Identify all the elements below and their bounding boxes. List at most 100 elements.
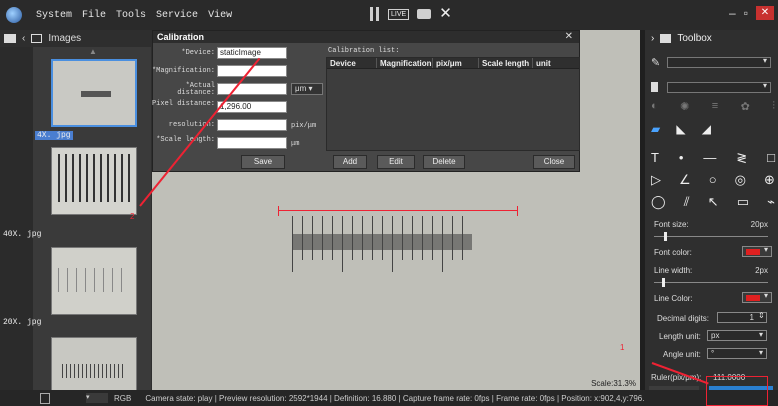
annotation-number-2: 2 — [130, 212, 135, 221]
concentric-tool-icon[interactable]: ◎ — [735, 172, 746, 188]
image-browser-panel: ‹ Images ▲ 4X. jpg 40X. jpg 20X. jpg — [0, 30, 152, 405]
resolution-field[interactable] — [217, 119, 287, 131]
edit-button[interactable]: Edit — [377, 155, 415, 169]
minimize-icon[interactable]: – — [729, 6, 736, 20]
text-tool-icon[interactable]: T — [651, 150, 659, 166]
circle-3pt-tool-icon[interactable]: ⊕ — [764, 172, 775, 188]
actual-distance-unit-select[interactable]: μm ▾ — [291, 83, 323, 95]
angle-unit-select[interactable]: ° ▾ — [707, 348, 767, 359]
ruler-tick — [372, 216, 373, 260]
font-color-label: Font color: — [654, 248, 692, 257]
thumbnail-4x[interactable] — [51, 59, 137, 127]
line-color-picker[interactable]: ▾ — [742, 291, 772, 303]
calibration-dialog: Calibration ✕ *Device: staticImage *Magn… — [152, 30, 580, 172]
decimal-digits-label: Decimal digits: — [657, 314, 710, 323]
length-unit-select[interactable]: px ▾ — [707, 330, 767, 341]
ruler-tick — [452, 216, 453, 260]
ruler-tick — [392, 216, 393, 272]
scale-length-field[interactable] — [217, 137, 287, 149]
device-field[interactable]: staticImage — [217, 47, 287, 59]
line-width-slider-knob[interactable] — [662, 278, 665, 287]
ruler-tick — [322, 216, 323, 260]
annotation-highlight-box — [706, 376, 768, 406]
ruler-tick — [442, 216, 443, 272]
color-mode-select[interactable]: RGB — [114, 394, 131, 403]
fullscreen-icon[interactable]: ✕ — [439, 6, 452, 21]
polyline-tool-icon[interactable]: ≷ — [736, 150, 747, 166]
menu-tools[interactable]: Tools — [116, 10, 146, 21]
chart-icon[interactable]: ◣ — [676, 122, 685, 136]
pixel-distance-label: Pixel distance: — [151, 100, 215, 108]
curve-tool-icon[interactable]: ⌁ — [767, 194, 775, 210]
back-chevron-icon[interactable]: ‹ — [22, 33, 25, 44]
parallel-tool-icon[interactable]: ⫽ — [684, 194, 690, 210]
app-logo-icon — [6, 7, 22, 23]
column-scale-length[interactable]: Scale length — [479, 58, 533, 68]
ruler-icon[interactable]: ▰ — [651, 122, 660, 136]
measure-tools-row: ▰ ◣ ◢ — [651, 122, 711, 136]
image-adjust-icon[interactable]: ◢ — [702, 122, 711, 136]
toolbox-icon — [660, 33, 672, 43]
thumbnail-label: 40X. jpg — [3, 230, 42, 239]
scale-tool-icon[interactable]: ▭ — [737, 194, 749, 210]
view-mode-select[interactable]: ▾ — [86, 393, 108, 403]
column-unit[interactable]: unit — [533, 58, 579, 68]
menu-file[interactable]: File — [82, 10, 106, 21]
column-magnification[interactable]: Magnification — [377, 58, 433, 68]
status-bar: ▾ RGB Camera state: play | Preview resol… — [0, 390, 778, 406]
column-pix-per-um[interactable]: pix/μm — [433, 58, 479, 68]
arrow-tool-icon[interactable]: ↖ — [708, 194, 719, 210]
menu-view[interactable]: View — [208, 10, 232, 21]
scroll-up-icon[interactable]: ▲ — [89, 47, 97, 56]
calibration-list-title: Calibration list: — [328, 47, 400, 55]
live-icon[interactable]: LIVE — [388, 8, 410, 20]
rectangle-tool-icon[interactable]: □ — [767, 150, 775, 166]
pixel-distance-field[interactable]: 1,296.00 — [217, 101, 287, 113]
column-device[interactable]: Device — [327, 58, 377, 68]
device-icon — [651, 82, 658, 92]
delete-button[interactable]: Delete — [423, 155, 465, 169]
stepper-arrows-icon[interactable]: ⇕ — [758, 311, 765, 320]
brightness-icon: ✺ — [680, 101, 690, 113]
line-tool-icon[interactable]: — — [703, 150, 716, 166]
record-icon[interactable] — [417, 9, 432, 19]
contrast-icon: ◐ — [651, 100, 658, 112]
save-button[interactable]: Save — [241, 155, 285, 169]
arc-tool-icon[interactable]: ◯ — [651, 194, 666, 210]
font-color-picker[interactable]: ▾ — [742, 245, 772, 257]
ruler-tick — [432, 216, 433, 260]
toolbox-panel: › Toolbox ✎ ◐ ✺ ≡ ✿ ⫶ ▰ ◣ ◢ T • — ≷ □ ▷ … — [645, 30, 778, 406]
line-width-slider[interactable] — [654, 278, 768, 287]
font-size-slider-knob[interactable] — [664, 232, 667, 241]
thumbnail-40x[interactable] — [51, 147, 137, 215]
collapse-chevron-icon[interactable]: › — [651, 33, 654, 44]
menu-system[interactable]: System — [36, 10, 72, 21]
image-browser-header: ‹ Images — [0, 30, 152, 46]
menu-service[interactable]: Service — [156, 10, 198, 21]
pause-icon[interactable] — [370, 7, 380, 21]
device-select[interactable] — [667, 81, 771, 93]
annotation-number-1: 1 — [620, 343, 625, 352]
ruler-tick — [312, 216, 313, 260]
calibration-list-table[interactable]: Device Magnification pix/μm Scale length… — [326, 57, 580, 151]
folder-icon[interactable] — [4, 33, 16, 43]
dialog-close-icon[interactable]: ✕ — [565, 31, 573, 42]
polygon-tool-icon[interactable]: ▷ — [651, 172, 661, 188]
close-window-icon[interactable]: ✕ — [756, 6, 774, 20]
close-button[interactable]: Close — [533, 155, 575, 169]
font-size-slider[interactable] — [654, 232, 768, 241]
restore-icon[interactable]: ▫ — [744, 6, 748, 20]
thumbnail-20x[interactable] — [51, 247, 137, 315]
circle-tool-icon[interactable]: ○ — [709, 172, 717, 188]
trash-icon[interactable] — [40, 392, 50, 404]
ruler-tick — [302, 216, 303, 260]
ruler-tick — [332, 216, 333, 260]
add-button[interactable]: Add — [333, 155, 367, 169]
actual-distance-field[interactable] — [217, 83, 287, 95]
angle-tool-icon[interactable]: ∠ — [679, 172, 691, 188]
point-tool-icon[interactable]: • — [679, 150, 684, 166]
ruler-tick — [422, 216, 423, 260]
window-controls: – ▫ ✕ — [729, 6, 774, 20]
length-unit-label: Length unit: — [659, 332, 701, 341]
brush-select[interactable] — [667, 56, 771, 68]
